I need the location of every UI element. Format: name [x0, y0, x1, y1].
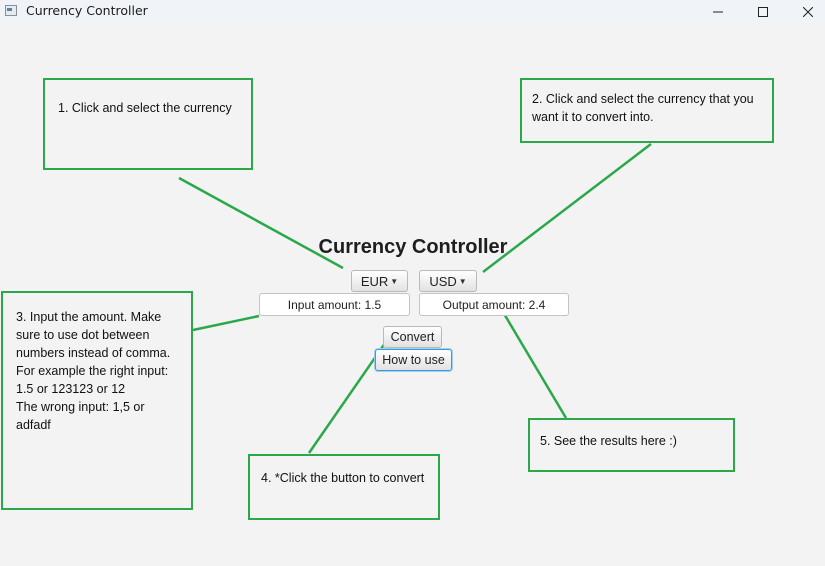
from-currency-value: EUR — [360, 273, 389, 289]
dropdown-arrow-icon: ▼ — [390, 276, 399, 286]
convert-button[interactable]: Convert — [383, 326, 442, 348]
annotation-step3: 3. Input the amount. Make sure to use do… — [1, 291, 193, 510]
how-to-use-button[interactable]: How to use — [375, 349, 452, 371]
connector-step5 — [501, 311, 568, 419]
annotation-step3-text: 3. Input the amount. Make sure to use do… — [16, 310, 171, 396]
annotation-step1: 1. Click and select the currency — [43, 78, 253, 170]
annotation-step4-text: 4. *Click the button to convert — [261, 471, 425, 485]
output-amount-field: Output amount: 2.4 — [419, 293, 569, 316]
annotation-step2: 2. Click and select the currency that yo… — [520, 78, 774, 143]
annotation-step4: 4. *Click the button to convert — [248, 454, 440, 520]
annotation-step2-text: 2. Click and select the currency that yo… — [532, 92, 754, 124]
annotation-step1-text: 1. Click and select the currency — [58, 101, 232, 115]
annotation-step3-wrong-example: The wrong input: 1,5 or adfadf — [16, 400, 145, 432]
input-amount-field[interactable]: Input amount: 1.5 — [259, 293, 410, 316]
app-heading: Currency Controller — [318, 236, 508, 258]
annotation-step5-text: 5. See the results here :) — [540, 434, 677, 448]
dropdown-arrow-icon: ▼ — [458, 276, 467, 286]
from-currency-select[interactable]: EUR ▼ — [351, 270, 408, 292]
to-currency-value: USD — [429, 273, 457, 289]
annotation-step5: 5. See the results here :) — [528, 418, 735, 472]
connector-step3 — [192, 314, 260, 332]
to-currency-select[interactable]: USD ▼ — [419, 270, 477, 292]
